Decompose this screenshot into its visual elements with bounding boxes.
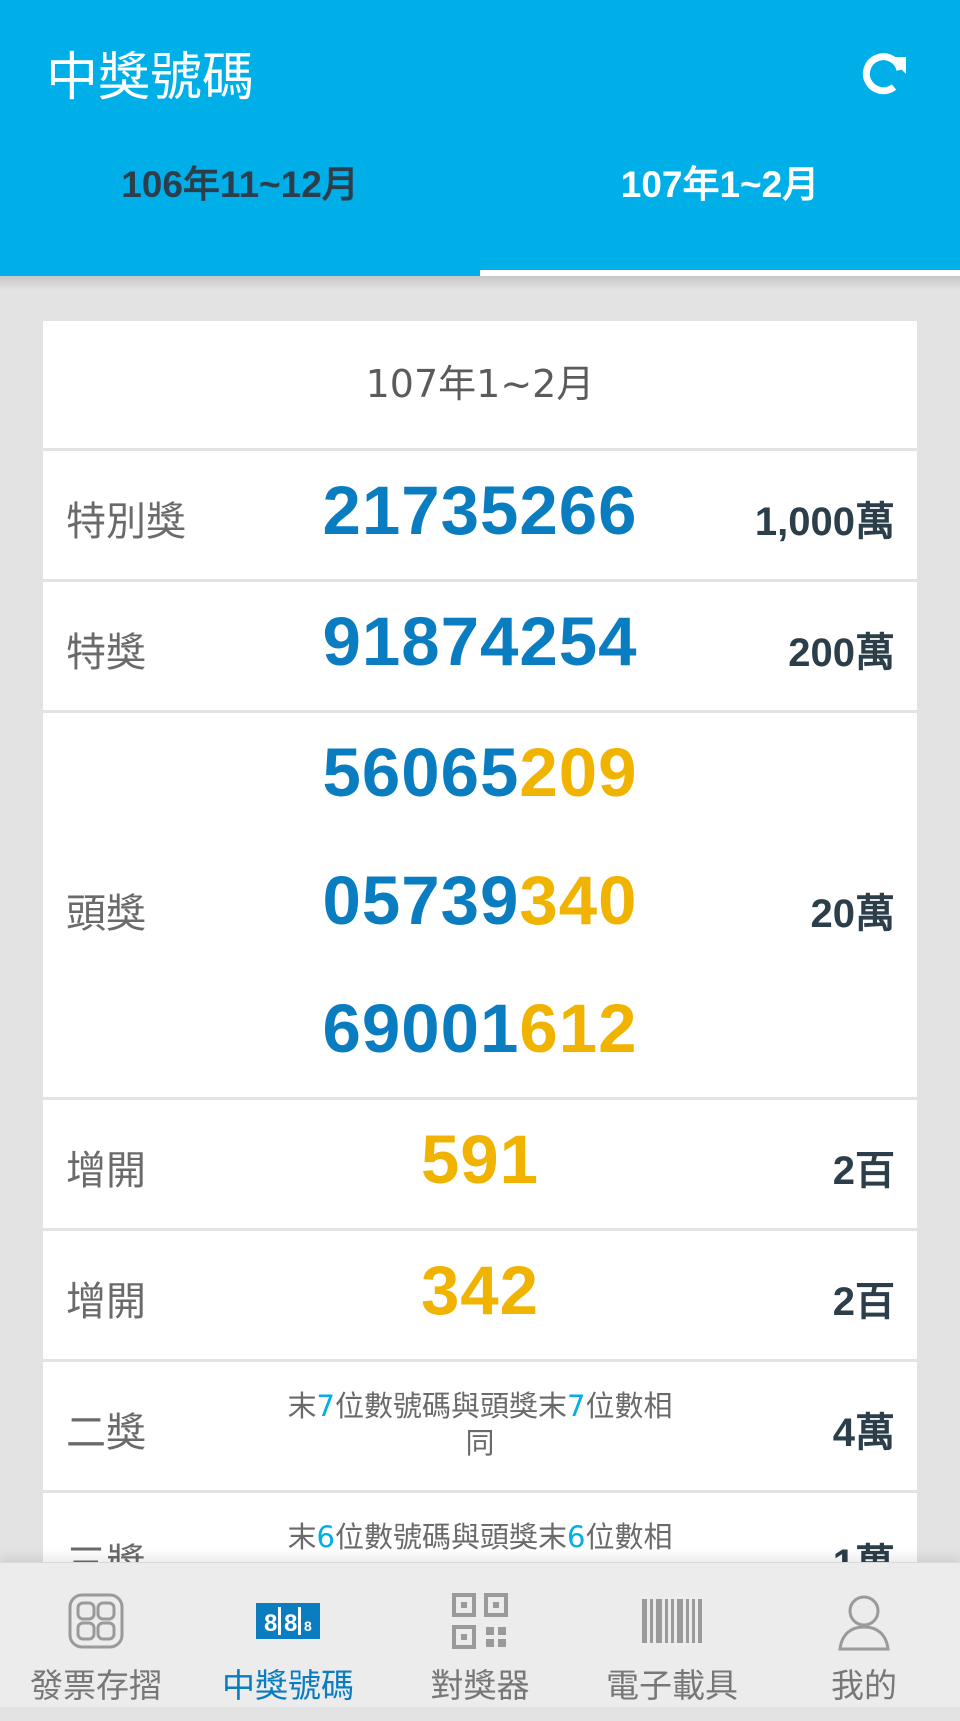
barcode-icon	[642, 1599, 702, 1643]
additional-prize-row: 增開 591 2百	[43, 1100, 917, 1228]
winning-numbers-icon: 8 8 8	[256, 1603, 320, 1639]
svg-text:8: 8	[264, 1610, 277, 1637]
additional-prize-number: 342	[420, 1252, 540, 1329]
additional-prize-number: 591	[420, 1121, 540, 1198]
rule-digit: 7	[316, 1389, 335, 1423]
appbar-shadow	[0, 276, 960, 290]
prize-rule-text: 末6位數號碼與頭獎末6位數相	[267, 1519, 693, 1556]
number-suffix: 612	[519, 990, 638, 1067]
prize-amount: 2百	[832, 1149, 895, 1193]
number-suffix: 209	[519, 734, 638, 811]
rule-text: 位數號碼與頭獎末	[334, 1520, 567, 1554]
grand-prize-row: 特獎 91874254 200萬	[43, 582, 917, 710]
prize-amount: 1,000萬	[754, 500, 895, 544]
page-title: 中獎號碼	[46, 48, 255, 108]
nav-label: 中獎號碼	[222, 1666, 354, 1705]
prize-rule-text: 末7位數號碼與頭獎末7位數相同	[267, 1388, 693, 1462]
first-prize-row: 頭獎 56065209 05739340 69001612 20萬	[43, 713, 917, 1097]
number-prefix: 56065	[322, 734, 520, 811]
number-prefix: 05739	[322, 862, 520, 939]
user-icon	[838, 1595, 890, 1651]
rule-text: 末	[287, 1520, 317, 1554]
nav-label: 電子載具	[606, 1666, 738, 1705]
nav-item-winning-numbers[interactable]: 8 8 8 中獎號碼	[192, 1563, 384, 1707]
tab-label: 106年11~12月	[121, 164, 359, 205]
grand-prize-number: 91874254	[322, 603, 638, 680]
app-bar: 中獎號碼 106年11~12月 107年1~2月	[0, 0, 960, 276]
nav-item-prize-checker[interactable]: 對獎器	[384, 1563, 576, 1707]
period-header: 107年1~2月	[43, 321, 917, 448]
prize-amount: 200萬	[788, 631, 895, 675]
rule-text: 位數號碼與頭獎末	[334, 1389, 567, 1423]
tab-period-106-11-12[interactable]: 106年11~12月	[0, 160, 480, 276]
number-suffix: 340	[519, 862, 638, 939]
rule-text: 位數相	[585, 1520, 673, 1554]
first-prize-number: 05739340	[43, 861, 917, 940]
nav-label: 發票存摺	[30, 1666, 162, 1705]
invoice-book-icon	[68, 1593, 124, 1649]
rule-digit: 6	[316, 1520, 335, 1554]
tab-period-107-1-2[interactable]: 107年1~2月	[480, 160, 960, 276]
additional-prize-row: 增開 342 2百	[43, 1231, 917, 1359]
prize-amount: 20萬	[810, 892, 896, 936]
number-prefix: 69001	[322, 990, 520, 1067]
special-prize-row: 特別獎 21735266 1,000萬	[43, 451, 917, 579]
svg-text:8: 8	[284, 1610, 297, 1637]
rule-text: 同	[465, 1426, 495, 1460]
prize-amount: 4萬	[832, 1411, 895, 1455]
svg-text:8: 8	[304, 1618, 312, 1634]
nav-label: 對獎器	[430, 1666, 530, 1705]
rule-digit: 6	[567, 1520, 586, 1554]
nav-item-e-carrier[interactable]: 電子載具	[576, 1563, 768, 1707]
second-prize-row: 二獎 末7位數號碼與頭獎末7位數相同 4萬	[43, 1362, 917, 1490]
first-prize-number: 56065209	[43, 733, 917, 812]
nav-item-my-account[interactable]: 我的	[768, 1563, 960, 1707]
rule-digit: 7	[567, 1389, 586, 1423]
rule-text: 末	[287, 1389, 317, 1423]
nav-label: 我的	[831, 1666, 897, 1705]
prize-amount: 2百	[832, 1280, 895, 1324]
prize-card: 107年1~2月 特別獎 21735266 1,000萬 特獎 91874254…	[43, 321, 917, 1721]
qr-scanner-icon	[452, 1593, 508, 1649]
refresh-icon[interactable]	[856, 46, 912, 102]
rule-text: 位數相	[585, 1389, 673, 1423]
tab-label: 107年1~2月	[620, 164, 820, 205]
bottom-navigation: 發票存摺 8 8 8 中獎號碼 對獎器 電子載具 我的	[0, 1562, 960, 1707]
first-prize-number: 69001612	[43, 989, 917, 1068]
nav-item-invoice-book[interactable]: 發票存摺	[0, 1563, 192, 1707]
prize-name: 二獎	[66, 1410, 146, 1456]
